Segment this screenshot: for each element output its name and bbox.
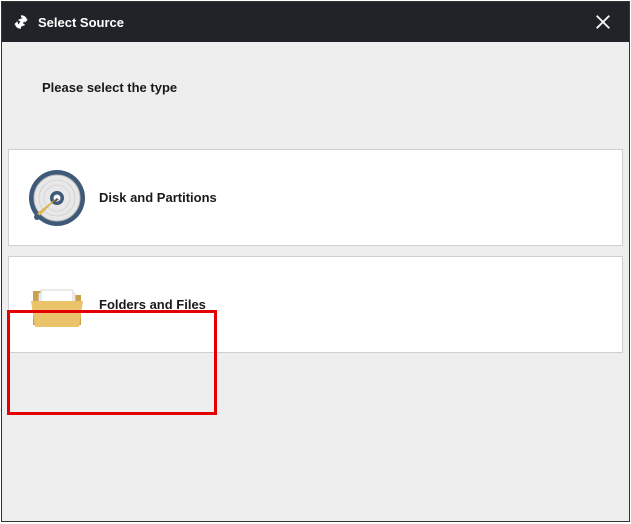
- option-label: Disk and Partitions: [99, 190, 217, 205]
- select-source-dialog: Select Source Please select the type: [1, 1, 630, 522]
- option-folders-files[interactable]: Folders and Files: [8, 256, 623, 353]
- instruction-text: Please select the type: [2, 42, 629, 95]
- titlebar: Select Source: [2, 2, 629, 42]
- dialog-content: Please select the type: [2, 42, 629, 521]
- close-button[interactable]: [589, 8, 617, 36]
- folder-icon: [27, 275, 87, 335]
- options-list: Disk and Partitions Folders and Files: [2, 149, 629, 353]
- option-disk-partitions[interactable]: Disk and Partitions: [8, 149, 623, 246]
- app-sync-icon: [12, 13, 30, 31]
- close-icon: [594, 13, 612, 31]
- disk-icon: [27, 168, 87, 228]
- option-label: Folders and Files: [99, 297, 206, 312]
- dialog-title: Select Source: [38, 15, 589, 30]
